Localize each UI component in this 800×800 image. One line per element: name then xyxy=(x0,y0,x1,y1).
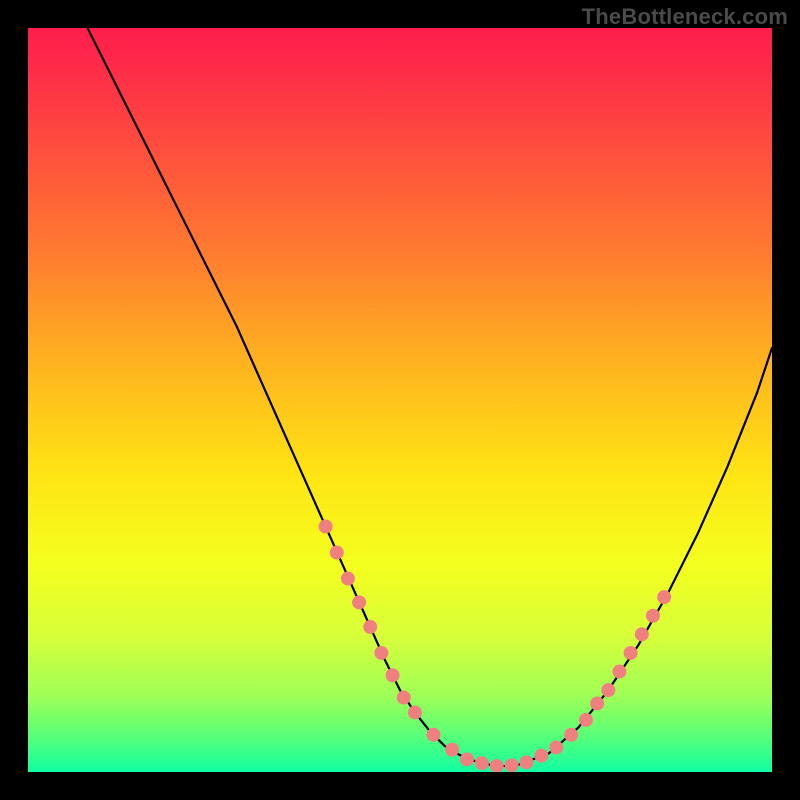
data-marker xyxy=(601,683,615,697)
data-marker xyxy=(635,627,649,641)
watermark-text: TheBottleneck.com xyxy=(582,4,788,30)
data-marker xyxy=(374,646,388,660)
data-marker xyxy=(519,755,533,769)
data-marker xyxy=(579,713,593,727)
data-marker xyxy=(363,620,377,634)
data-marker xyxy=(330,546,344,560)
bottleneck-chart xyxy=(28,28,772,772)
data-marker xyxy=(549,740,563,754)
chart-container: TheBottleneck.com xyxy=(0,0,800,800)
data-marker xyxy=(386,668,400,682)
data-marker xyxy=(646,609,660,623)
data-marker xyxy=(341,572,355,586)
data-marker xyxy=(534,749,548,763)
data-marker xyxy=(397,691,411,705)
data-marker xyxy=(590,697,604,711)
data-marker xyxy=(460,752,474,766)
data-marker xyxy=(624,646,638,660)
data-marker xyxy=(319,519,333,533)
data-marker xyxy=(426,728,440,742)
gradient-background xyxy=(28,28,772,772)
data-marker xyxy=(445,743,459,757)
data-marker xyxy=(657,590,671,604)
plot-area xyxy=(28,28,772,772)
data-marker xyxy=(612,665,626,679)
data-marker xyxy=(352,595,366,609)
data-marker xyxy=(475,756,489,770)
data-marker xyxy=(408,705,422,719)
data-marker xyxy=(564,728,578,742)
data-marker xyxy=(505,758,519,772)
